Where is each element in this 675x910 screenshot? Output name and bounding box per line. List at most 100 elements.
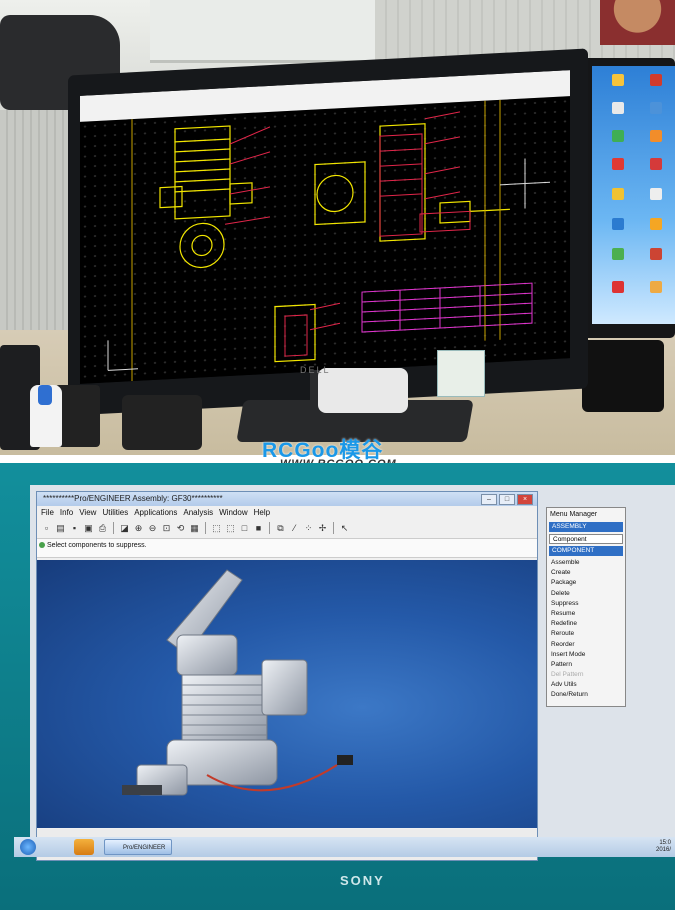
menu-applications[interactable]: Applications: [134, 506, 177, 520]
zoom-in-icon[interactable]: ⊕: [133, 523, 144, 534]
menu-item-done-return[interactable]: Done/Return: [551, 690, 623, 700]
desktop-icon: [612, 130, 624, 142]
toolbar: ▫ ▤ ▪ ▣ ⎙ ◪ ⊕ ⊖ ⊡ ⟲ ▦ ⬚ ⬚ □ ■ ⧉ ⁄ ⁘ ✢ ↖: [37, 520, 537, 536]
orient-icon[interactable]: ⟲: [175, 523, 186, 534]
laptop-screen: **********Pro/ENGINEER Assembly: GF30***…: [30, 485, 675, 861]
shading-icon[interactable]: ■: [253, 523, 264, 534]
carburetor: [261, 659, 308, 716]
coordinate-system-icon[interactable]: ✢: [317, 523, 328, 534]
no-hidden-icon[interactable]: □: [239, 523, 250, 534]
system-tray: 15:0 2016/: [656, 840, 671, 854]
menu-info[interactable]: Info: [60, 506, 73, 520]
speaker: [582, 340, 664, 412]
tray-date: 2016/: [655, 847, 671, 853]
toolbar-separator: [205, 522, 206, 534]
desktop-icon: [612, 158, 624, 170]
desktop-icon: [612, 281, 624, 293]
window-title-text: **********Pro/ENGINEER Assembly: GF30***…: [43, 494, 223, 503]
menu-window[interactable]: Window: [219, 506, 247, 520]
desktop-icon: [650, 248, 662, 260]
menu-item-adv-utils[interactable]: Adv Utils: [551, 680, 623, 690]
menu-manager: Menu Manager ASSEMBLY Component COMPONEN…: [546, 507, 626, 707]
desktop-icon: [650, 130, 662, 142]
open-folder-icon[interactable]: ▤: [55, 523, 66, 534]
menu-item-assemble[interactable]: Assemble: [551, 558, 623, 568]
menu-item-reorder[interactable]: Reorder: [551, 640, 623, 650]
engine-3d-model: [122, 569, 353, 796]
assembly-header[interactable]: ASSEMBLY: [549, 522, 623, 532]
menu-utilities[interactable]: Utilities: [102, 506, 128, 520]
start-button-icon[interactable]: [20, 839, 36, 855]
menu-item-resume[interactable]: Resume: [551, 609, 623, 619]
person: [600, 0, 675, 45]
desktop-icon: [650, 158, 662, 170]
desktop-icon: [650, 218, 662, 230]
desktop-icon: [650, 102, 662, 114]
wireframe-icon[interactable]: ⬚: [211, 523, 222, 534]
menu-item-suppress[interactable]: Suppress: [551, 599, 623, 609]
desk-phone: [122, 395, 202, 450]
bottle-cap: [38, 385, 52, 405]
menu-manager-title: Menu Manager: [550, 511, 598, 518]
refit-icon[interactable]: ⊡: [161, 523, 172, 534]
close-button[interactable]: ×: [517, 494, 533, 505]
component-dropdown[interactable]: Component: [549, 534, 623, 544]
laptop-brand-logo: SONY: [340, 873, 385, 888]
monitor-brand-logo: DELL: [300, 365, 331, 375]
office-photo: DELL: [0, 0, 675, 455]
save-copy-icon[interactable]: ▣: [83, 523, 94, 534]
component-menu-list: Assemble Create Package Delete Suppress …: [551, 558, 623, 701]
menu-item-insert-mode[interactable]: Insert Mode: [551, 650, 623, 660]
new-file-icon[interactable]: ▫: [41, 523, 52, 534]
cad-drawing-canvas[interactable]: [80, 96, 570, 384]
minimize-button[interactable]: –: [481, 494, 497, 505]
toolbar-separator: [333, 522, 334, 534]
prompt-icon: [39, 542, 45, 548]
menu-file[interactable]: File: [41, 506, 54, 520]
hidden-line-icon[interactable]: ⬚: [225, 523, 236, 534]
menu-item-create[interactable]: Create: [551, 568, 623, 578]
connector: [337, 755, 353, 765]
saved-views-icon[interactable]: ▦: [189, 523, 200, 534]
datum-points-icon[interactable]: ⁘: [303, 523, 314, 534]
3d-viewport[interactable]: [37, 560, 537, 828]
context-help-icon[interactable]: ↖: [339, 523, 350, 534]
menubar: File Info View Utilities Applications An…: [37, 506, 537, 520]
desktop-icon: [650, 188, 662, 200]
datum-axes-icon[interactable]: ⁄: [289, 523, 300, 534]
taskbar-proe-task[interactable]: Pro/ENGINEER: [104, 839, 172, 855]
menu-item-redefine[interactable]: Redefine: [551, 619, 623, 629]
menu-view[interactable]: View: [79, 506, 96, 520]
message-text: Select components to suppress.: [47, 542, 147, 549]
desktop-icon: [650, 74, 662, 86]
menu-help[interactable]: Help: [254, 506, 270, 520]
datum-planes-icon[interactable]: ⧉: [275, 523, 286, 534]
watermark-logo: RCGoo模谷: [262, 439, 384, 462]
menu-item-reroute[interactable]: Reroute: [551, 629, 623, 639]
maximize-button[interactable]: □: [499, 494, 515, 505]
taskbar-app-icon[interactable]: [74, 839, 94, 855]
proe-window: **********Pro/ENGINEER Assembly: GF30***…: [36, 491, 538, 861]
window: [150, 0, 390, 63]
windows-desktop: [592, 66, 675, 324]
crankcase-front: [179, 222, 225, 269]
save-icon[interactable]: ▪: [69, 523, 80, 534]
print-icon[interactable]: ⎙: [97, 523, 108, 534]
laptop-photo: **********Pro/ENGINEER Assembly: GF30***…: [0, 463, 675, 910]
message-area: Select components to suppress.: [37, 538, 537, 558]
zoom-out-icon[interactable]: ⊖: [147, 523, 158, 534]
component-header[interactable]: COMPONENT: [549, 546, 623, 556]
desktop-icon: [612, 248, 624, 260]
tray-time: 15:0: [659, 840, 671, 846]
menu-analysis[interactable]: Analysis: [183, 506, 213, 520]
menu-item-pattern[interactable]: Pattern: [551, 660, 623, 670]
menu-item-package[interactable]: Package: [551, 578, 623, 588]
desktop-icon: [612, 188, 624, 200]
desktop-icon: [612, 74, 624, 86]
engine-drawing: [107, 99, 550, 382]
repaint-icon[interactable]: ◪: [119, 523, 130, 534]
menu-item-del-pattern: Del Pattern: [551, 671, 584, 679]
menu-item-delete[interactable]: Delete: [551, 589, 623, 599]
windows-taskbar: Pro/ENGINEER 15:0 2016/: [14, 837, 675, 857]
toolbar-separator: [269, 522, 270, 534]
